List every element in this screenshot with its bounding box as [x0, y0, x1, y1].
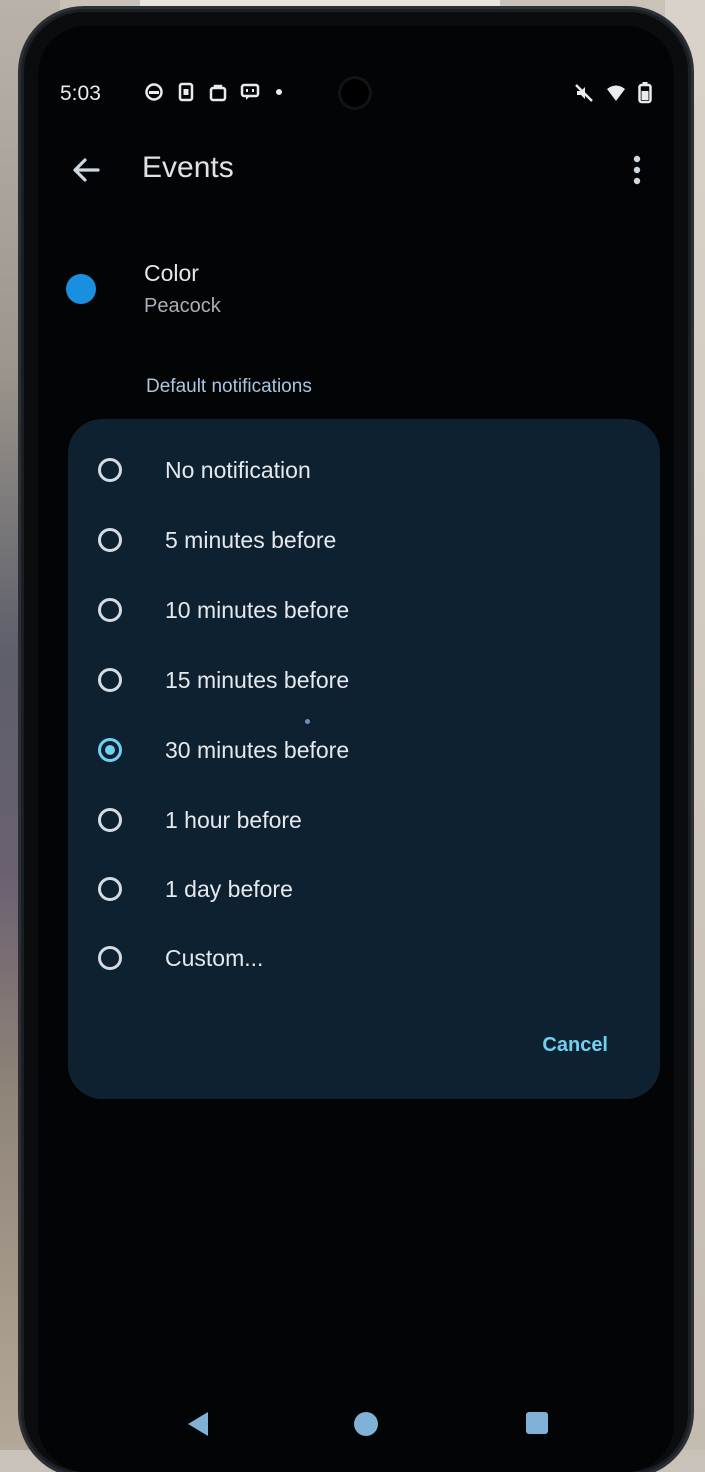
option-label: 1 hour before: [165, 806, 302, 833]
wifi-icon: [607, 85, 625, 101]
radio-button[interactable]: [98, 668, 122, 692]
radio-button[interactable]: [98, 808, 122, 832]
nav-home-icon[interactable]: [354, 1412, 378, 1436]
front-camera: [338, 76, 372, 110]
option-label: 30 minutes before: [165, 736, 350, 763]
radio-button[interactable]: [98, 598, 122, 622]
navigation-bar: [38, 1406, 674, 1446]
default-notifications-label: Default notifications: [146, 376, 312, 397]
option-label: Custom...: [165, 944, 264, 971]
more-vert-icon[interactable]: [622, 150, 652, 190]
radio-button[interactable]: [98, 458, 122, 482]
option-label: 1 day before: [165, 875, 293, 902]
color-setting-row[interactable]: Color Peacock: [38, 236, 674, 326]
color-swatch: [66, 274, 96, 304]
nav-recents-icon[interactable]: [526, 1412, 548, 1434]
sim-icon: [145, 83, 163, 101]
battery-icon: [638, 82, 652, 104]
notification-dot-icon: [276, 89, 282, 95]
app-bar: Events: [38, 136, 674, 216]
bag-icon: [209, 84, 227, 102]
mute-icon: [575, 84, 593, 102]
phone-frame: 5:03 Events Color Peacock Default notifi…: [24, 12, 688, 1472]
option-label: 15 minutes before: [165, 666, 350, 693]
arrow-back-icon[interactable]: [66, 150, 106, 190]
notification-options-dialog: No notification 5 minutes before 10 minu…: [68, 419, 660, 1099]
nav-back-icon[interactable]: [188, 1412, 208, 1436]
option-row[interactable]: 5 minutes before: [68, 509, 660, 571]
decorative-dot: [305, 719, 310, 724]
option-label: No notification: [165, 456, 311, 483]
color-setting-value: Peacock: [144, 295, 221, 317]
color-setting-label: Color: [144, 260, 199, 286]
status-icons-right: [574, 82, 652, 104]
message-icon: [240, 83, 260, 100]
radio-button[interactable]: [98, 528, 122, 552]
option-row[interactable]: Custom...: [68, 927, 660, 989]
option-row-selected[interactable]: 30 minutes before: [68, 719, 660, 781]
radio-button-selected[interactable]: [98, 738, 122, 762]
radio-button[interactable]: [98, 877, 122, 901]
status-time: 5:03: [60, 82, 101, 105]
sim-card-icon: [178, 82, 194, 102]
radio-button[interactable]: [98, 946, 122, 970]
screen: 5:03 Events Color Peacock Default notifi…: [38, 26, 674, 1472]
page-title: Events: [142, 151, 234, 184]
option-label: 10 minutes before: [165, 596, 350, 623]
cancel-button[interactable]: Cancel: [542, 1034, 608, 1057]
option-row[interactable]: 1 day before: [68, 858, 660, 920]
option-row[interactable]: 10 minutes before: [68, 579, 660, 641]
option-row[interactable]: 15 minutes before: [68, 649, 660, 711]
status-icons-left: [144, 82, 282, 102]
option-row[interactable]: 1 hour before: [68, 789, 660, 851]
option-label: 5 minutes before: [165, 526, 337, 553]
option-row[interactable]: No notification: [68, 439, 660, 501]
